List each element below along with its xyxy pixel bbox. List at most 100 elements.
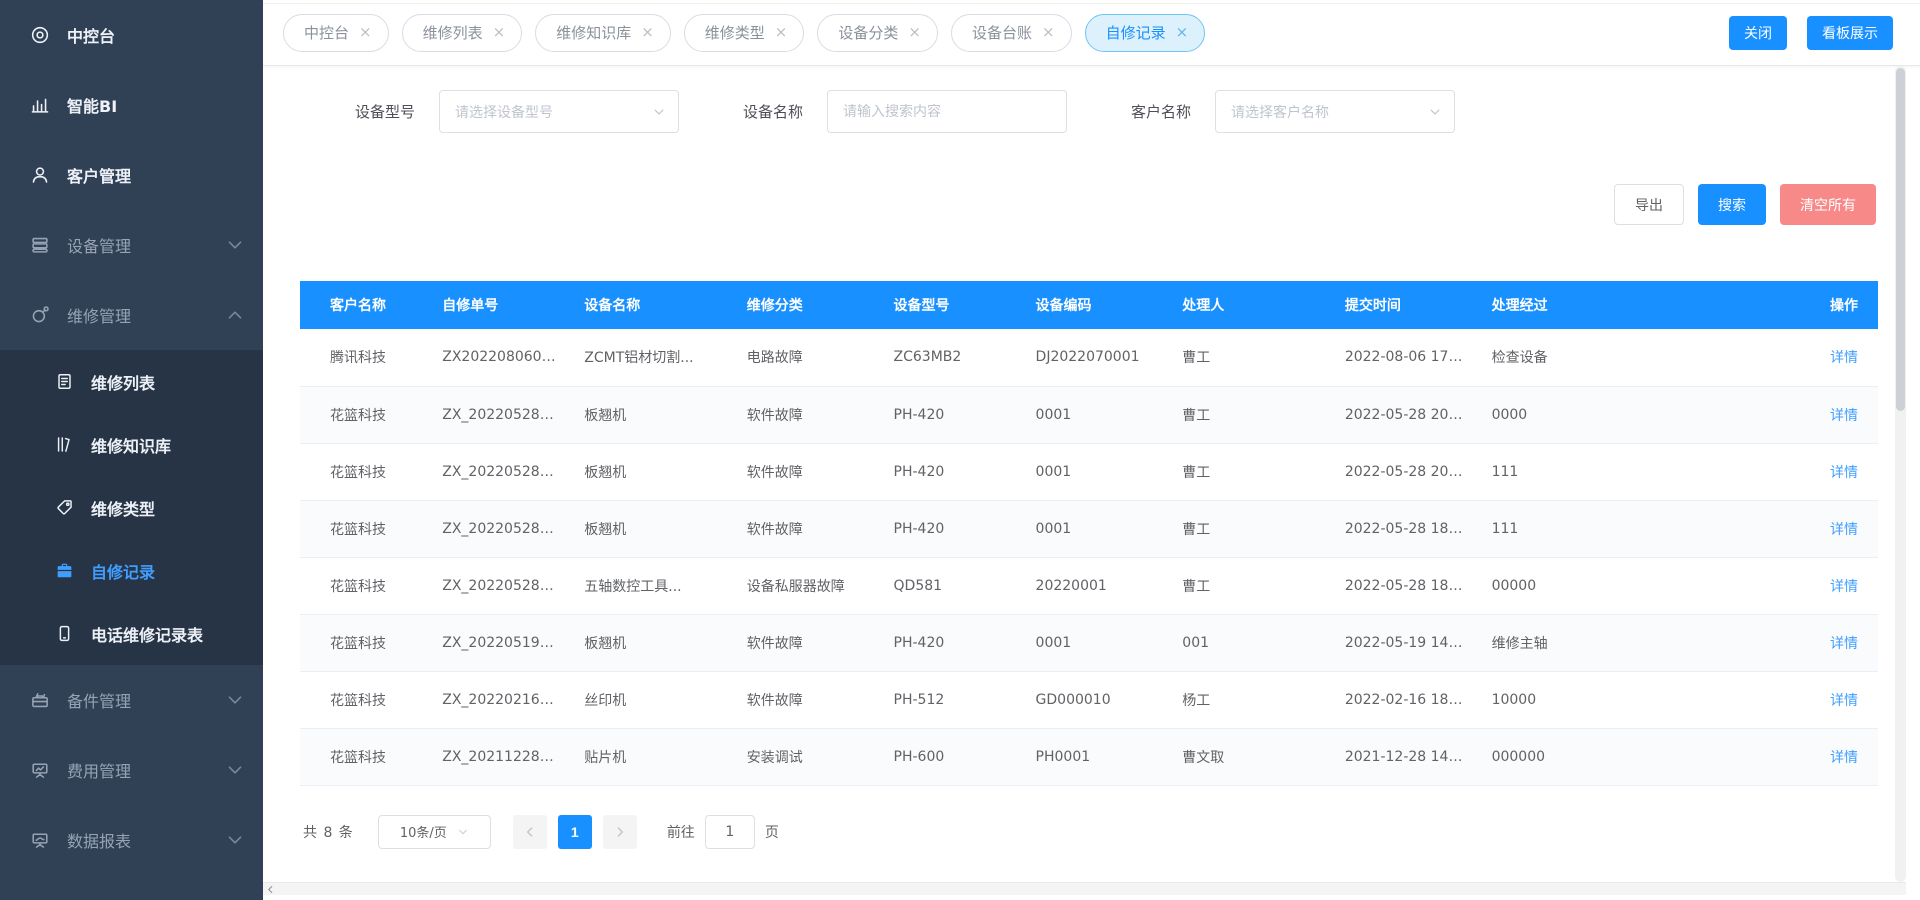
detail-link[interactable]: 详情 xyxy=(1830,408,1858,424)
table-body: 腾讯科技ZX2022080600...ZCMT铝材切割...电路故障ZC63MB… xyxy=(300,329,1878,785)
vertical-scrollbar-thumb[interactable] xyxy=(1896,68,1905,411)
column-header-device-code: 设备编码 xyxy=(1020,281,1167,329)
cell-repair-category: 设备私服器故障 xyxy=(731,557,878,614)
sidebar-item-spare-parts-mgmt[interactable]: 备件管理 xyxy=(0,665,263,735)
cell-device-model: PH-420 xyxy=(878,500,1020,557)
device-icon xyxy=(30,235,50,255)
chevron-down-icon xyxy=(1428,105,1442,119)
sidebar-item-repair-type[interactable]: 维修类型 xyxy=(0,476,263,539)
cell-repair-category: 安装调试 xyxy=(731,728,878,785)
cell-handler: 001 xyxy=(1166,614,1329,671)
tab-3[interactable]: 维修知识库 × xyxy=(535,14,671,52)
sidebar-item-repair-mgmt[interactable]: 维修管理 xyxy=(0,280,263,350)
sidebar-item-device-mgmt[interactable]: 设备管理 xyxy=(0,210,263,280)
prev-page-button[interactable] xyxy=(513,815,547,849)
clear-all-button[interactable]: 清空所有 xyxy=(1780,184,1876,225)
tab-2[interactable]: 维修列表 × xyxy=(402,14,523,52)
page-size-select[interactable]: 10条/页 xyxy=(378,815,491,849)
repair-list-icon xyxy=(55,372,74,391)
sidebar-item-console[interactable]: 中控台 xyxy=(0,0,263,70)
tab-7[interactable]: 自修记录× xyxy=(1085,14,1206,52)
cell-device-model: PH-512 xyxy=(878,671,1020,728)
tab-label: 维修知识库 xyxy=(556,22,631,43)
cell-order-no: ZX_202205191... xyxy=(426,614,568,671)
pagination-total: 共 8 条 xyxy=(303,822,354,842)
page-number-button[interactable]: 1 xyxy=(558,815,592,849)
cell-device-name: 五轴数控工具... xyxy=(568,557,731,614)
next-page-button[interactable] xyxy=(603,815,637,849)
sidebar-item-customer-mgmt[interactable]: 客户管理 xyxy=(0,140,263,210)
customer-name-select[interactable]: 请选择客户名称 xyxy=(1215,90,1455,133)
detail-link[interactable]: 详情 xyxy=(1830,693,1858,709)
device-model-select[interactable]: 请选择设备型号 xyxy=(439,90,679,133)
tab-1[interactable]: 中控台 × xyxy=(283,14,389,52)
cell-process-record: 0000 xyxy=(1476,386,1799,443)
cell-order-no: ZX_202205281... xyxy=(426,557,568,614)
cell-operation: 详情 xyxy=(1799,329,1878,386)
sidebar-item-partial[interactable] xyxy=(0,875,263,900)
detail-link[interactable]: 详情 xyxy=(1830,750,1858,766)
sidebar-item-cost-mgmt[interactable]: 费用管理 xyxy=(0,735,263,805)
tab-close-icon[interactable]: × xyxy=(908,25,921,40)
cell-customer-name: 花篮科技 xyxy=(300,728,426,785)
chevron-down-icon xyxy=(225,690,245,710)
board-display-button[interactable]: 看板展示 xyxy=(1807,16,1893,50)
table-row-5: 花篮科技ZX_202205281...五轴数控工具...设备私服器故障QD581… xyxy=(300,557,1878,614)
tab-label: 中控台 xyxy=(304,22,349,43)
column-header-operation: 操作 xyxy=(1799,281,1878,329)
tab-close-icon[interactable]: × xyxy=(775,25,788,40)
sidebar-item-phone-repair-records[interactable]: 电话维修记录表 xyxy=(0,602,263,665)
detail-link[interactable]: 详情 xyxy=(1830,522,1858,538)
cell-order-no: ZX_202202161... xyxy=(426,671,568,728)
cell-customer-name: 花篮科技 xyxy=(300,443,426,500)
sidebar-item-label: 费用管理 xyxy=(67,758,131,782)
sidebar-item-repair-knowledge[interactable]: 维修知识库 xyxy=(0,413,263,476)
cell-handler: 曹文取 xyxy=(1166,728,1329,785)
cell-submit-time: 2022-05-28 18:... xyxy=(1329,500,1476,557)
detail-link[interactable]: 详情 xyxy=(1830,465,1858,481)
cell-device-code: 0001 xyxy=(1020,500,1167,557)
cell-handler: 曹工 xyxy=(1166,386,1329,443)
device-name-input[interactable] xyxy=(827,90,1067,133)
cell-device-name: 板翘机 xyxy=(568,614,731,671)
tab-close-icon[interactable]: × xyxy=(493,25,506,40)
cell-customer-name: 花篮科技 xyxy=(300,614,426,671)
tab-close-icon[interactable]: × xyxy=(359,25,372,40)
sidebar-item-smart-bi[interactable]: 智能BI xyxy=(0,70,263,140)
sidebar-item-repair-list[interactable]: 维修列表 xyxy=(0,350,263,413)
cell-device-code: 20220001 xyxy=(1020,557,1167,614)
cell-submit-time: 2022-05-28 18:... xyxy=(1329,557,1476,614)
detail-link[interactable]: 详情 xyxy=(1830,350,1858,366)
detail-link[interactable]: 详情 xyxy=(1830,579,1858,595)
device-model-placeholder: 请选择设备型号 xyxy=(455,102,652,122)
goto-label: 前往 xyxy=(667,822,695,842)
detail-link[interactable]: 详情 xyxy=(1830,636,1858,652)
cell-submit-time: 2022-05-19 14:... xyxy=(1329,614,1476,671)
tab-label: 维修列表 xyxy=(423,22,483,43)
tab-close-icon[interactable]: × xyxy=(1042,25,1055,40)
sidebar-item-self-repair-records[interactable]: 自修记录 xyxy=(0,539,263,602)
table-row-7: 花篮科技ZX_202202161...丝印机软件故障PH-512GD000010… xyxy=(300,671,1878,728)
tab-close-icon[interactable]: × xyxy=(1176,25,1189,40)
cell-customer-name: 花篮科技 xyxy=(300,500,426,557)
cell-order-no: ZX_202205282... xyxy=(426,386,568,443)
export-button[interactable]: 导出 xyxy=(1614,184,1684,225)
cell-process-record: 维修主轴 xyxy=(1476,614,1799,671)
tab-4[interactable]: 维修类型× xyxy=(684,14,805,52)
horizontal-scrollbar[interactable] xyxy=(263,882,1906,895)
sidebar-item-data-reports[interactable]: 数据报表 xyxy=(0,805,263,875)
tab-close-icon[interactable]: × xyxy=(641,25,654,40)
table-row-8: 花篮科技ZX_202112281...贴片机安装调试PH-600PH0001曹文… xyxy=(300,728,1878,785)
goto-page-input[interactable] xyxy=(705,815,755,849)
tab-6[interactable]: 设备台账× xyxy=(951,14,1072,52)
close-button[interactable]: 关闭 xyxy=(1729,16,1787,50)
sidebar-nav: 中控台智能BI客户管理设备管理维修管理维修列表维修知识库维修类型自修记录电话维修… xyxy=(0,0,263,900)
cell-customer-name: 腾讯科技 xyxy=(300,329,426,386)
arrow-right-icon xyxy=(614,826,626,838)
tab-5[interactable]: 设备分类× xyxy=(817,14,938,52)
phone-record-icon xyxy=(55,624,74,643)
search-button[interactable]: 搜索 xyxy=(1698,184,1766,225)
cell-device-model: PH-420 xyxy=(878,443,1020,500)
scroll-left-arrow[interactable] xyxy=(263,883,277,896)
vertical-scrollbar[interactable] xyxy=(1895,66,1906,882)
